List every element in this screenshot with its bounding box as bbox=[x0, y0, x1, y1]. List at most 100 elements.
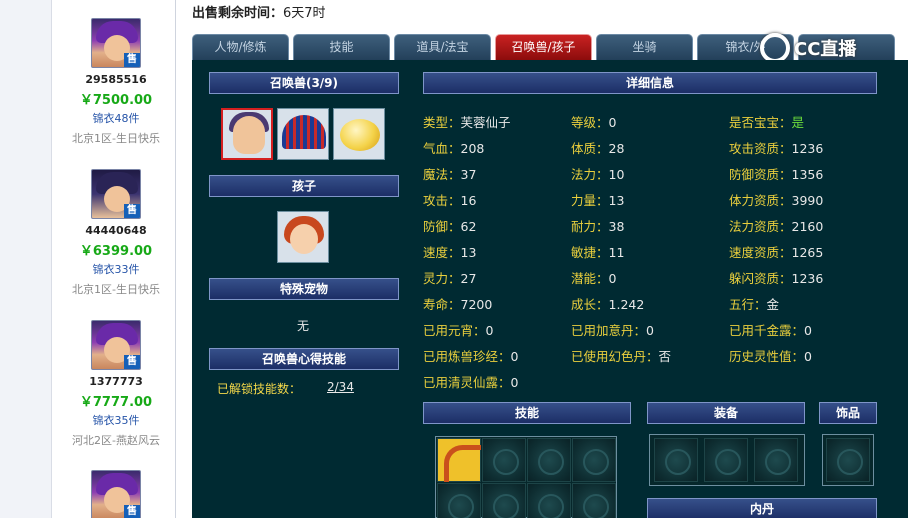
sale-badge: 售 bbox=[124, 505, 140, 518]
attr-lianshou-used: 已用炼兽珍经：0 bbox=[423, 349, 519, 364]
attr-attack-aptitude: 攻击资质：1236 bbox=[729, 141, 824, 156]
attr-constitution: 体质：28 bbox=[571, 141, 625, 156]
child-portrait-face bbox=[290, 224, 318, 254]
attr-stamina-aptitude: 体力资质：3990 bbox=[729, 193, 824, 208]
character-avatar[interactable]: 售 bbox=[91, 470, 141, 518]
attr-level: 等级：0 bbox=[571, 115, 617, 130]
tab-character[interactable]: 人物/修炼 bbox=[192, 34, 289, 60]
tab-mounts[interactable]: 坐骑 bbox=[596, 34, 693, 60]
tab-skills[interactable]: 技能 bbox=[293, 34, 390, 60]
attr-speed: 速度：13 bbox=[423, 245, 477, 260]
listing-price: ￥6399.00 bbox=[79, 244, 153, 259]
listing-id: 44440648 bbox=[85, 224, 147, 237]
attr-hp: 气血：208 bbox=[423, 141, 485, 156]
listing-outfit-count[interactable]: 锦衣35件 bbox=[56, 412, 176, 428]
special-pet-header: 特殊宠物 bbox=[209, 278, 399, 300]
character-avatar[interactable]: 售 bbox=[91, 169, 141, 219]
attr-strength: 力量：13 bbox=[571, 193, 625, 208]
summon-detail-panel: 召唤兽(3/9) 孩子 特殊宠物 无 召唤兽心得技能 已解锁技能数： 2/34 … bbox=[192, 60, 908, 518]
listing-column: 售 29585516 ￥7500.00 锦衣48件 北京1区-生日快乐 售 44… bbox=[56, 0, 176, 518]
child-slot[interactable] bbox=[277, 211, 329, 263]
listing-id: 29585516 bbox=[85, 73, 147, 86]
sale-badge: 售 bbox=[124, 355, 140, 369]
listing-server: 北京1区-生日快乐 bbox=[72, 132, 160, 145]
listing-item[interactable]: 售 1377773 ￥7777.00 锦衣35件 河北2区-燕赵风云 bbox=[56, 320, 176, 448]
attr-yuanxiao-used: 已用元宵：0 bbox=[423, 323, 494, 338]
attr-type: 类型：芙蓉仙子 bbox=[423, 115, 511, 130]
sale-countdown: 出售剩余时间：6天7时 bbox=[192, 2, 326, 21]
tab-items[interactable]: 道具/法宝 bbox=[394, 34, 491, 60]
detail-header: 详细信息 bbox=[423, 72, 877, 94]
attr-magic-aptitude: 法力资质：2160 bbox=[729, 219, 824, 234]
attr-dodge-aptitude: 躲闪资质：1236 bbox=[729, 271, 824, 286]
character-avatar[interactable]: 售 bbox=[91, 320, 141, 370]
listing-item[interactable]: 售 44440648 ￥6399.00 锦衣33件 北京1区-生日快乐 bbox=[56, 169, 176, 297]
attr-defense-aptitude: 防御资质：1356 bbox=[729, 167, 824, 182]
cc-logo-icon bbox=[760, 33, 790, 63]
character-avatar[interactable]: 售 bbox=[91, 18, 141, 68]
child-header: 孩子 bbox=[209, 175, 399, 197]
listing-item[interactable]: 售 bbox=[56, 470, 176, 518]
summon-slot-3[interactable] bbox=[333, 108, 385, 160]
skill-slot-5[interactable] bbox=[437, 483, 481, 518]
sale-badge: 售 bbox=[124, 53, 140, 67]
listing-outfit-count[interactable]: 锦衣33件 bbox=[56, 261, 176, 277]
summon-slot-1[interactable] bbox=[221, 108, 273, 160]
attr-qianjin-used: 已用千金露：0 bbox=[729, 323, 812, 338]
skill-slot-7[interactable] bbox=[527, 483, 571, 518]
listing-price: ￥7500.00 bbox=[79, 93, 153, 108]
pet-portrait-face bbox=[233, 116, 265, 154]
countdown-label: 出售剩余时间： bbox=[192, 6, 284, 21]
ornament-slot[interactable] bbox=[826, 438, 870, 482]
equipment-slot-1[interactable] bbox=[654, 438, 698, 482]
sale-badge: 售 bbox=[124, 204, 140, 218]
countdown-value: 6天7时 bbox=[283, 6, 326, 21]
listing-price: ￥7777.00 bbox=[79, 395, 153, 410]
summon-count-header: 召唤兽(3/9) bbox=[209, 72, 399, 94]
attr-history-spirit: 历史灵性值：0 bbox=[729, 349, 812, 364]
attr-spirit: 灵力：27 bbox=[423, 271, 477, 286]
listing-id: 1377773 bbox=[89, 375, 143, 388]
summon-slot-2[interactable] bbox=[277, 108, 329, 160]
skill-slot-1[interactable] bbox=[437, 438, 481, 482]
skill-slot-4[interactable] bbox=[572, 438, 616, 482]
attr-mp: 魔法：37 bbox=[423, 167, 477, 182]
attr-speed-aptitude: 速度资质：1265 bbox=[729, 245, 824, 260]
attr-potential: 潜能：0 bbox=[571, 271, 617, 286]
attr-qingling-used: 已用清灵仙露：0 bbox=[423, 375, 519, 390]
attr-growth: 成长：1.242 bbox=[571, 297, 645, 312]
listing-sidebar: 售 29585516 ￥7500.00 锦衣48件 北京1区-生日快乐 售 44… bbox=[0, 0, 178, 518]
attr-defense: 防御：62 bbox=[423, 219, 477, 234]
unlocked-skills-link[interactable]: 2/34 bbox=[327, 380, 354, 394]
listing-server: 河北2区-燕赵风云 bbox=[72, 434, 160, 447]
pet-portrait-blob bbox=[340, 119, 380, 151]
pet-portrait-fan bbox=[282, 115, 326, 149]
inner-pill-section-header: 内丹 bbox=[647, 498, 877, 518]
skill-slot-8[interactable] bbox=[572, 483, 616, 518]
attr-endurance: 耐力：38 bbox=[571, 219, 625, 234]
listing-server: 北京1区-生日快乐 bbox=[72, 283, 160, 296]
attr-element: 五行：金 bbox=[729, 297, 780, 312]
special-pet-value: 无 bbox=[297, 319, 310, 333]
equipment-slot-2[interactable] bbox=[704, 438, 748, 482]
skills-section-header: 技能 bbox=[423, 402, 631, 424]
equipment-slot-3[interactable] bbox=[754, 438, 798, 482]
attr-agility: 敏捷：11 bbox=[571, 245, 625, 260]
attr-magic: 法力：10 bbox=[571, 167, 625, 182]
attr-attack: 攻击：16 bbox=[423, 193, 477, 208]
skill-slot-6[interactable] bbox=[482, 483, 526, 518]
listing-outfit-count[interactable]: 锦衣48件 bbox=[56, 110, 176, 126]
attr-jiayi-used: 已用加意丹：0 bbox=[571, 323, 654, 338]
attr-lifespan: 寿命：7200 bbox=[423, 297, 493, 312]
tab-summons[interactable]: 召唤兽/孩子 bbox=[495, 34, 592, 60]
watermark-text: CC直播 bbox=[794, 39, 857, 60]
listing-item[interactable]: 售 29585516 ￥7500.00 锦衣48件 北京1区-生日快乐 bbox=[56, 18, 176, 146]
equipment-section-header: 装备 bbox=[647, 402, 805, 424]
skill-insight-header: 召唤兽心得技能 bbox=[209, 348, 399, 370]
skill-slot-3[interactable] bbox=[527, 438, 571, 482]
attr-is-baby: 是否宝宝：是 bbox=[729, 115, 805, 130]
ornament-section-header: 饰品 bbox=[819, 402, 877, 424]
unlocked-skills-label: 已解锁技能数： bbox=[217, 382, 302, 396]
skill-slot-2[interactable] bbox=[482, 438, 526, 482]
attr-huanse-used: 已使用幻色丹：否 bbox=[571, 349, 672, 364]
